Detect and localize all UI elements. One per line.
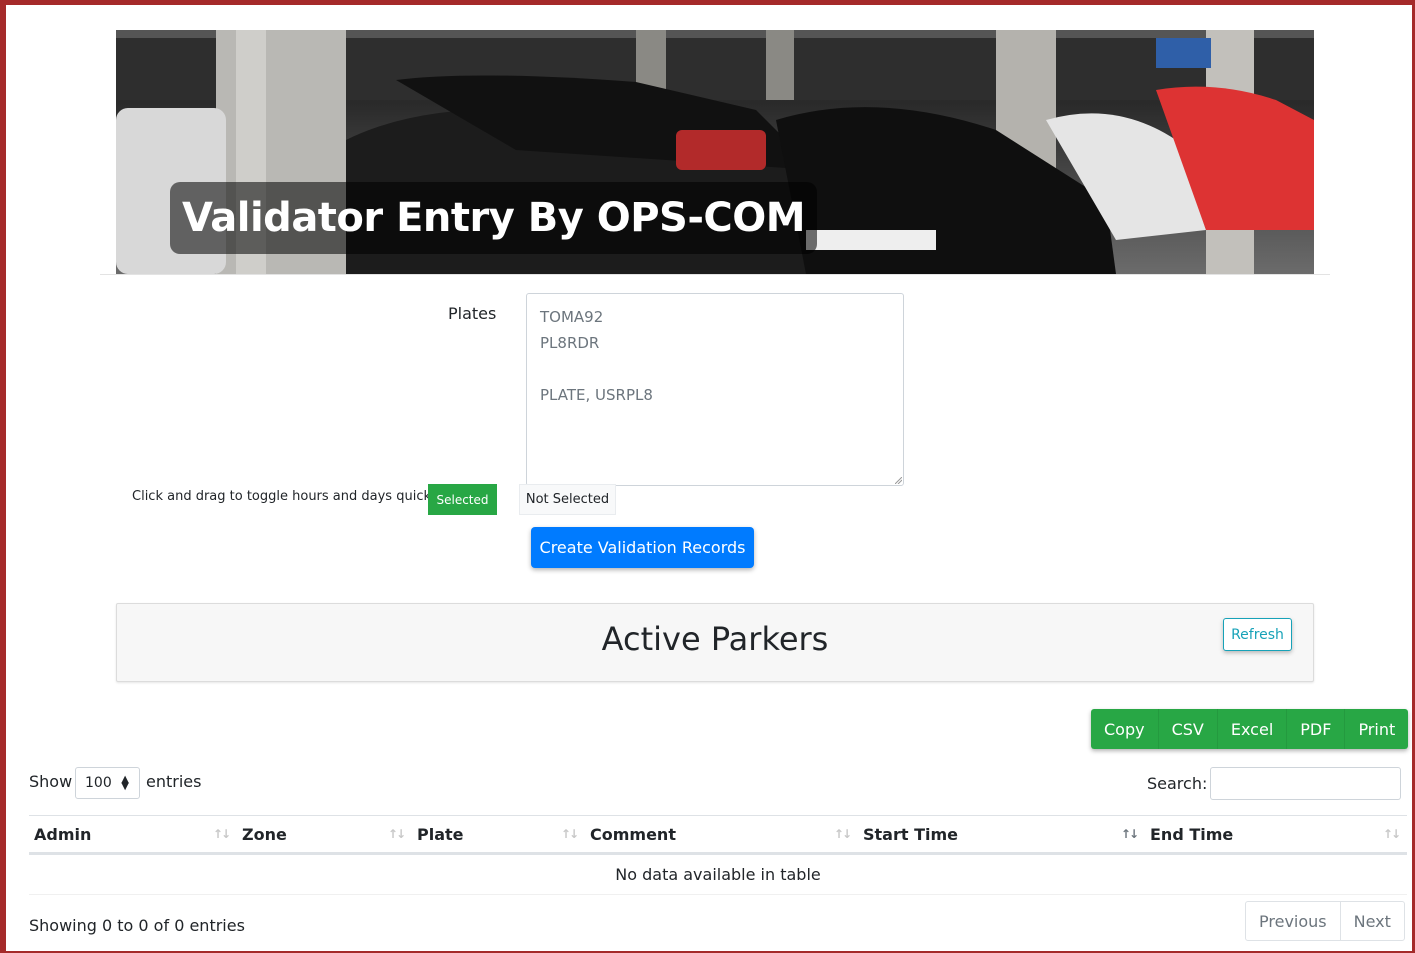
sort-icon: ↑↓ <box>833 827 852 841</box>
entries-label: entries <box>146 772 202 791</box>
previous-page-button[interactable]: Previous <box>1246 902 1340 940</box>
column-header-comment[interactable]: Comment ↑↓ <box>585 815 858 855</box>
banner: Validator Entry By OPS-COM <box>116 30 1314 274</box>
show-label: Show <box>29 772 73 791</box>
column-header-plate[interactable]: Plate ↑↓ <box>412 815 585 855</box>
plates-textarea[interactable]: TOMA92 PL8RDR PLATE, USRPL8 <box>526 293 904 486</box>
print-button[interactable]: Print <box>1345 709 1409 749</box>
sort-icon: ↑↓ <box>560 827 579 841</box>
table-row-empty: No data available in table <box>29 853 1407 895</box>
export-button-group: Copy CSV Excel PDF Print <box>1091 709 1409 749</box>
search-label: Search: <box>1147 774 1208 793</box>
csv-button[interactable]: CSV <box>1158 709 1218 749</box>
table-info: Showing 0 to 0 of 0 entries <box>29 916 245 935</box>
drag-hint-text: Click and drag to toggle hours and days … <box>132 489 445 504</box>
sort-icon: ↑↓ <box>1382 827 1401 841</box>
pagination: Previous Next <box>1245 901 1405 941</box>
sort-icon: ↑↓ <box>387 827 406 841</box>
column-header-end-time[interactable]: End Time ↑↓ <box>1145 815 1407 855</box>
active-parkers-panel: Active Parkers Refresh <box>116 603 1314 682</box>
active-parkers-table: Admin ↑↓ Zone ↑↓ Plate ↑↓ Comment ↑↓ Sta… <box>29 815 1407 895</box>
legend-not-selected: Not Selected <box>519 484 616 515</box>
next-page-button[interactable]: Next <box>1339 902 1404 940</box>
column-header-zone[interactable]: Zone ↑↓ <box>237 815 412 855</box>
active-parkers-title: Active Parkers <box>601 620 829 658</box>
excel-button[interactable]: Excel <box>1217 709 1288 749</box>
create-validation-records-button[interactable]: Create Validation Records <box>531 527 754 568</box>
refresh-button[interactable]: Refresh <box>1223 618 1292 651</box>
banner-title-backdrop: Validator Entry By OPS-COM <box>170 182 818 254</box>
entries-select-value: 100 <box>85 775 112 791</box>
search-input[interactable] <box>1210 767 1401 800</box>
banner-title: Validator Entry By OPS-COM <box>182 195 806 241</box>
table-header-row: Admin ↑↓ Zone ↑↓ Plate ↑↓ Comment ↑↓ Sta… <box>29 815 1407 855</box>
sort-icon: ↑↓ <box>212 827 231 841</box>
banner-divider <box>100 274 1330 275</box>
copy-button[interactable]: Copy <box>1091 709 1159 749</box>
empty-table-message: No data available in table <box>29 853 1407 895</box>
column-header-start-time[interactable]: Start Time ↑↓ <box>858 815 1145 855</box>
resize-grip-icon[interactable] <box>895 477 902 484</box>
pdf-button[interactable]: PDF <box>1287 709 1346 749</box>
column-header-admin[interactable]: Admin ↑↓ <box>29 815 237 855</box>
legend-selected: Selected <box>428 484 497 515</box>
sort-ascending-icon: ↑↓ <box>1120 827 1139 841</box>
select-caret-icon: ▲ ▼ <box>121 774 129 792</box>
entries-per-page-select[interactable]: 100 ▲ ▼ <box>75 767 140 799</box>
plates-label: Plates <box>448 304 497 323</box>
